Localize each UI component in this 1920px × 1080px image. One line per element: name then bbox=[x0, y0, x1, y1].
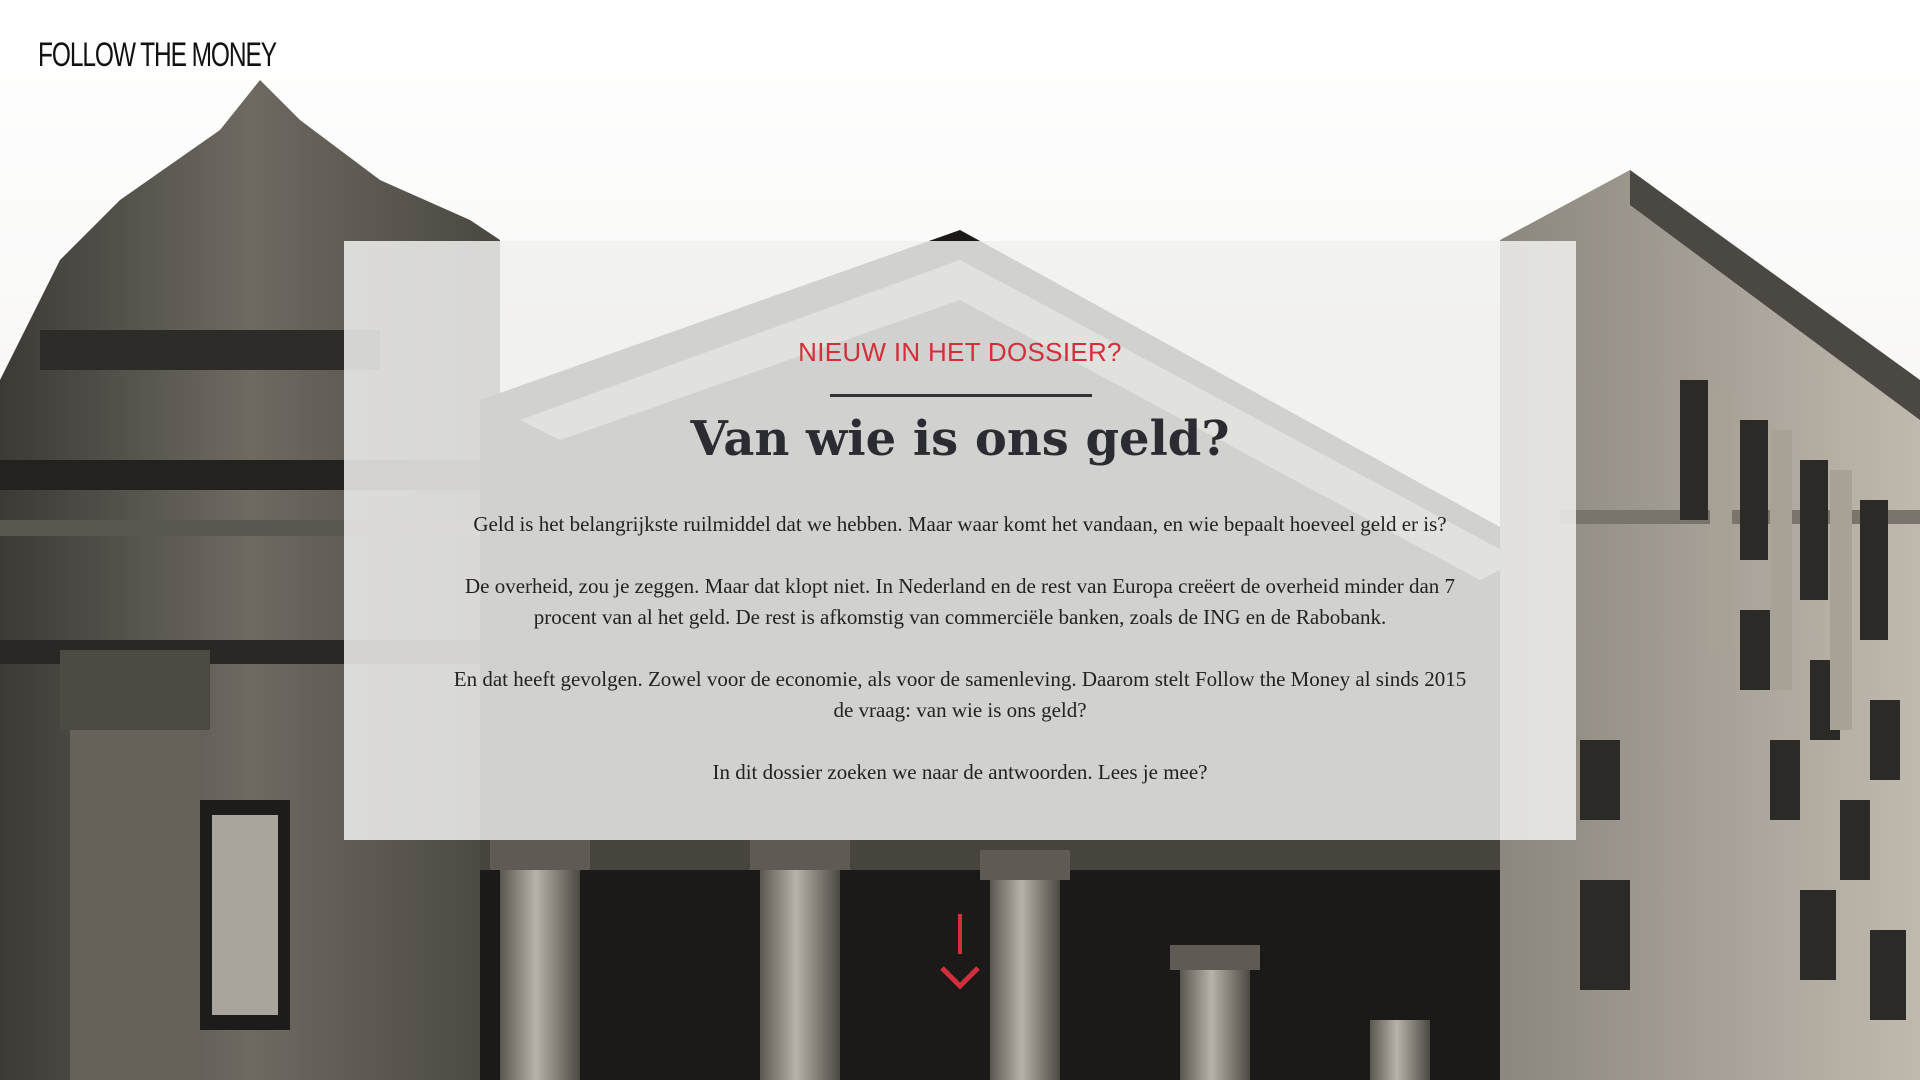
intro-text: Geld is het belangrijkste ruilmiddel dat… bbox=[444, 509, 1476, 819]
page: FOLLOW THE MONEY NIEUW IN HET DOSSIER? V… bbox=[0, 0, 1920, 1080]
intro-paragraph: Geld is het belangrijkste ruilmiddel dat… bbox=[473, 512, 1447, 536]
intro-paragraph: De overheid, zou je zeggen. Maar dat klo… bbox=[464, 574, 1456, 629]
page-title: Van wie is ons geld? bbox=[690, 411, 1230, 467]
site-logo[interactable]: FOLLOW THE MONEY bbox=[38, 36, 277, 75]
dossier-kicker: NIEUW IN HET DOSSIER? bbox=[798, 337, 1122, 367]
scroll-down-button[interactable] bbox=[938, 912, 982, 992]
intro-paragraph: En dat heeft gevolgen. Zowel voor de eco… bbox=[453, 667, 1467, 722]
intro-paragraph: In dit dossier zoeken we naar de antwoor… bbox=[712, 760, 1208, 784]
intro-card: NIEUW IN HET DOSSIER? Van wie is ons gel… bbox=[344, 241, 1576, 840]
arrow-down-icon bbox=[940, 914, 980, 990]
title-divider bbox=[830, 394, 1092, 397]
